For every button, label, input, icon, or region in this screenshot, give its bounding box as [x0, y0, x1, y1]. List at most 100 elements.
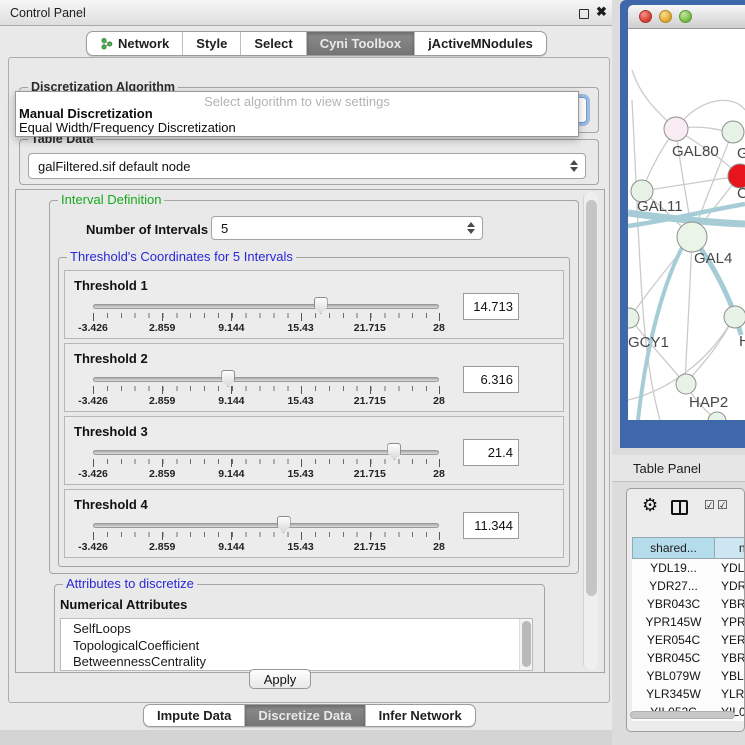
tab-jactivemnodules[interactable]: jActiveMNodules	[414, 32, 546, 55]
node-gcy1[interactable]	[628, 308, 639, 328]
node-partial-top-right[interactable]	[722, 121, 744, 143]
node-bottom-partial[interactable]	[708, 412, 726, 420]
tab-infer-network[interactable]: Infer Network	[365, 705, 475, 726]
slider-major-ticks	[93, 313, 439, 321]
cell-name[interactable]: YER0	[715, 633, 745, 647]
network-view-window: GAL80 GA C GAL11 GAL4 GCY1 H HAP2	[620, 0, 745, 448]
close-traffic-light-icon[interactable]	[639, 10, 652, 23]
number-of-intervals-combobox[interactable]: 5	[211, 216, 483, 240]
scrollbar-thumb[interactable]	[630, 711, 735, 719]
cell-shared-name[interactable]: YPR145W	[632, 615, 715, 629]
tick-label: 9.144	[218, 541, 244, 553]
threshold-2-slider-track[interactable]	[93, 377, 439, 382]
cell-name[interactable]: YBR0	[715, 597, 745, 611]
cell-name[interactable]: YPR1	[715, 615, 745, 629]
numerical-attributes-listbox[interactable]: SelfLoopsTopologicalCoefficientBetweenne…	[60, 618, 533, 671]
cell-shared-name[interactable]: YDL19...	[632, 561, 715, 575]
table-horizontal-scrollbar[interactable]	[630, 711, 741, 722]
network-window-titlebar[interactable]	[628, 5, 745, 29]
tab-network[interactable]: Network	[87, 32, 182, 55]
tick-label: 21.715	[354, 541, 386, 553]
checkbox-icon[interactable]: ☑	[704, 498, 715, 512]
table-row[interactable]: YBR043CYBR0	[632, 595, 745, 613]
close-icon[interactable]: ✖	[596, 4, 607, 20]
cell-name[interactable]: YDL1	[715, 561, 745, 575]
threshold-4-value-field[interactable]: 11.344	[463, 512, 519, 539]
table-data-combobox[interactable]: galFiltered.sif default node	[28, 153, 586, 179]
table-row[interactable]: YDL19...YDL1	[632, 559, 745, 577]
attributes-to-discretize-group: Attributes to discretize Numerical Attri…	[54, 584, 545, 673]
threshold-4-slider-thumb[interactable]	[277, 516, 291, 533]
dropdown-option-equal-width-frequency[interactable]: Equal Width/Frequency Discretization	[16, 121, 578, 135]
node-gal80[interactable]	[664, 117, 688, 141]
threshold-2-slider-thumb[interactable]	[221, 370, 235, 387]
checkbox-icon[interactable]: ☑	[717, 498, 728, 512]
tab-style[interactable]: Style	[182, 32, 240, 55]
minimize-traffic-light-icon[interactable]	[659, 10, 672, 23]
threshold-3-value-field[interactable]: 21.4	[463, 439, 519, 466]
threshold-2-value-field[interactable]: 6.316	[463, 366, 519, 393]
tick-label: -3.426	[78, 541, 108, 553]
cell-name[interactable]: YLR3	[715, 687, 745, 701]
tick-label: 9.144	[218, 322, 244, 334]
apply-button[interactable]: Apply	[249, 669, 311, 689]
network-canvas[interactable]: GAL80 GA C GAL11 GAL4 GCY1 H HAP2	[628, 29, 745, 420]
cell-shared-name[interactable]: YER054C	[632, 633, 715, 647]
threshold-2-row: Threshold 2 -3.4262.8599.14415.4321.7152…	[64, 343, 564, 412]
attribute-list-item[interactable]: SelfLoops	[73, 621, 532, 638]
cell-name[interactable]: YBL0	[715, 669, 745, 683]
threshold-3-slider-track[interactable]	[93, 450, 439, 455]
attributes-scrollbar[interactable]	[519, 619, 532, 670]
cell-name[interactable]: YBR0	[715, 651, 745, 665]
cell-shared-name[interactable]: YBL079W	[632, 669, 715, 683]
tick-label: 21.715	[354, 395, 386, 407]
gear-icon[interactable]: ⚙	[642, 495, 658, 516]
threshold-1-slider-track[interactable]	[93, 304, 439, 309]
tab-label: Cyni Toolbox	[320, 36, 401, 51]
cell-name[interactable]: YDR2	[715, 579, 745, 593]
scrollbar-thumb[interactable]	[522, 621, 531, 667]
table-row[interactable]: YLR345WYLR3	[632, 685, 745, 703]
tick-label: 2.859	[149, 395, 175, 407]
threshold-4-slider-track[interactable]	[93, 523, 439, 528]
node-gal4[interactable]	[677, 222, 707, 252]
column-header-shared-name[interactable]: shared...	[632, 537, 715, 559]
scrollbar-thumb[interactable]	[586, 200, 597, 596]
panel-title: Control Panel	[10, 6, 86, 20]
cell-shared-name[interactable]: YBR043C	[632, 597, 715, 611]
label-partial-top-right: GA	[737, 145, 745, 162]
split-columns-icon[interactable]	[671, 500, 688, 515]
column-header-name[interactable]: na	[715, 537, 745, 559]
settings-vertical-scrollbar[interactable]	[583, 192, 598, 670]
threshold-1-slider-thumb[interactable]	[314, 297, 328, 314]
cell-shared-name[interactable]: YDR27...	[632, 579, 715, 593]
node-hap2[interactable]	[676, 374, 696, 394]
number-of-intervals-value: 5	[221, 221, 228, 236]
tick-label: 2.859	[149, 468, 175, 480]
cell-shared-name[interactable]: YBR045C	[632, 651, 715, 665]
table-row[interactable]: YPR145WYPR1	[632, 613, 745, 631]
settings-scrollpane: Interval Definition Number of Intervals …	[15, 189, 605, 673]
label-hap2: HAP2	[689, 394, 728, 411]
table-panel-window: ⚙ ☑ ☑ shared... na YDL19...YDL1YDR27...Y…	[626, 488, 745, 732]
attribute-list-item[interactable]: TopologicalCoefficient	[73, 638, 532, 655]
tick-label: 15.43	[287, 395, 313, 407]
dropdown-option-manual-discretization[interactable]: Manual Discretization	[16, 107, 578, 121]
label-partial-red: C	[737, 185, 745, 202]
table-row[interactable]: YER054CYER0	[632, 631, 745, 649]
node-h-partial[interactable]	[724, 306, 745, 328]
tab-impute-data[interactable]: Impute Data	[144, 705, 244, 726]
table-row[interactable]: YDR27...YDR2	[632, 577, 745, 595]
table-row[interactable]: YBL079WYBL0	[632, 667, 745, 685]
zoom-traffic-light-icon[interactable]	[679, 10, 692, 23]
tab-select[interactable]: Select	[240, 32, 305, 55]
threshold-3-slider-thumb[interactable]	[387, 443, 401, 460]
slider-tick-labels: -3.4262.8599.14415.4321.71528	[93, 541, 439, 553]
tab-discretize-data[interactable]: Discretize Data	[244, 705, 364, 726]
float-window-icon[interactable]	[579, 9, 589, 19]
table-row[interactable]: YBR045CYBR0	[632, 649, 745, 667]
threshold-1-value-field[interactable]: 14.713	[463, 293, 519, 320]
table-panel-titlebar: Table Panel	[612, 455, 745, 482]
tab-cyni-toolbox[interactable]: Cyni Toolbox	[306, 32, 414, 55]
cell-shared-name[interactable]: YLR345W	[632, 687, 715, 701]
